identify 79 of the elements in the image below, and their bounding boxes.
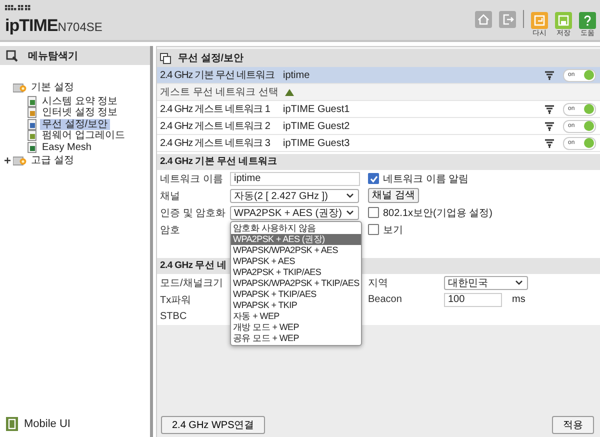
dropdown[interactable]: WPA2PSK + AES (권장) — [230, 206, 359, 220]
channel-scan-button[interactable]: 채널 검색 — [368, 188, 419, 203]
field-label: 모드/채널크기 — [160, 276, 224, 290]
help-icon — [579, 12, 596, 29]
filter-icon[interactable] — [545, 138, 554, 148]
page-icon — [27, 118, 38, 130]
sidebar-title: 메뉴탐색기 — [28, 50, 78, 62]
field-label: STBC — [160, 311, 188, 322]
menu-item[interactable]: 인터넷 설정 정보 — [40, 107, 120, 118]
save-icon — [555, 12, 572, 29]
logo-dots-icon — [5, 5, 31, 11]
field-label: 인증 및 암호화 — [160, 206, 227, 220]
wps-button[interactable]: 2.4 GHz WPS연결 — [161, 416, 266, 434]
field-label: Beacon — [368, 294, 403, 305]
checkbox[interactable] — [368, 173, 379, 184]
brand-logo: ipTIME — [5, 16, 58, 36]
menu-item[interactable]: 시스템 요약 정보 — [40, 96, 120, 107]
filter-icon[interactable] — [545, 122, 554, 130]
dropdown-option[interactable]: 자동 + WEP — [231, 310, 362, 322]
network-label: 2.4 GHz 게스트 네트워크 1 — [160, 103, 271, 116]
dropdown-option[interactable]: 암호화 사용하지 않음 — [231, 222, 362, 234]
page-icon — [27, 107, 38, 118]
caret-icon — [515, 280, 523, 285]
field-label: 암호 — [160, 224, 181, 236]
caret-icon — [346, 193, 354, 198]
checkbox[interactable] — [368, 207, 379, 218]
checkbox[interactable] — [368, 224, 379, 235]
network-label: 2.4 GHz 기본 무선 네트워크 — [160, 69, 276, 82]
section-header: 2.4 GHz 기본 무선 네트워크 — [157, 154, 600, 170]
network-ssid: ipTIME Guest3 — [283, 138, 351, 148]
collapse-triangle-icon[interactable] — [285, 88, 294, 96]
dropdown-option[interactable]: WPAPSK + TKIP — [231, 300, 362, 310]
input-field[interactable]: 100 — [444, 292, 502, 306]
checkbox-label: 네트워크 이름 알림 — [383, 172, 469, 186]
page-icon — [27, 96, 38, 107]
undo-icon — [531, 12, 548, 29]
dropdown-option[interactable]: WPAPSK/WPA2PSK + TKIP/AES — [231, 278, 362, 288]
network-ssid: ipTIME Guest2 — [283, 120, 351, 132]
expand-icon[interactable] — [4, 157, 10, 164]
page-icon — [27, 142, 38, 153]
caret-icon — [346, 210, 354, 215]
model-name: N704SE — [58, 20, 102, 34]
menu-item[interactable]: 펌웨어 업그레이드 — [40, 130, 127, 142]
dropdown[interactable]: 자동(2 [ 2.427 GHz ]) — [230, 188, 359, 202]
search-icon — [6, 50, 18, 62]
menu-item[interactable]: 기본 설정 — [29, 82, 76, 94]
dropdown-option[interactable]: 개방 모드 + WEP — [231, 322, 362, 332]
dropdown-option[interactable]: WPAPSK/WPA2PSK + AES — [231, 244, 362, 256]
copy-icon — [160, 52, 171, 64]
dropdown-option[interactable]: 공유 모드 + WEP — [231, 332, 362, 344]
menu-item[interactable]: 고급 설정 — [29, 155, 76, 166]
input-field[interactable]: iptime — [230, 172, 360, 186]
network-label: 2.4 GHz 게스트 네트워크 3 — [160, 137, 271, 150]
field-label: 지역 — [368, 276, 389, 290]
field-label: 채널 — [160, 190, 181, 202]
menu-item[interactable]: Easy Mesh — [40, 142, 94, 153]
dropdown[interactable]: 대한민국 — [444, 276, 528, 290]
folder-icon — [13, 82, 27, 94]
dropdown-option[interactable]: WPAPSK + AES — [231, 256, 362, 266]
phone-icon — [6, 417, 18, 431]
checkbox-label: 802.1x보안(기업용 설정) — [383, 206, 492, 220]
checkbox-label: 보기 — [383, 224, 403, 236]
field-label: Tx파워 — [160, 294, 192, 306]
unit-label: ms — [512, 294, 526, 305]
menu-item[interactable]: 무선 설정/보안 — [40, 118, 110, 130]
page-icon — [27, 130, 38, 142]
check-icon — [370, 174, 378, 182]
dropdown-option[interactable]: WPAPSK + TKIP/AES — [231, 288, 362, 300]
network-ssid: ipTIME Guest1 — [283, 104, 351, 114]
network-ssid: iptime — [283, 70, 311, 80]
filter-icon[interactable] — [545, 70, 554, 80]
mobile-ui-link[interactable]: Mobile UI — [24, 418, 70, 430]
network-label: 2.4 GHz 게스트 네트워크 2 — [160, 120, 271, 133]
field-label: 네트워크 이름 — [160, 172, 224, 186]
apply-button[interactable]: 적용 — [552, 416, 594, 434]
dropdown-option[interactable]: WPA2PSK + AES (권장) — [231, 234, 362, 244]
section-title: 무선 설정/보안 — [178, 52, 244, 65]
folder-icon — [13, 155, 27, 166]
filter-icon[interactable] — [545, 104, 554, 114]
